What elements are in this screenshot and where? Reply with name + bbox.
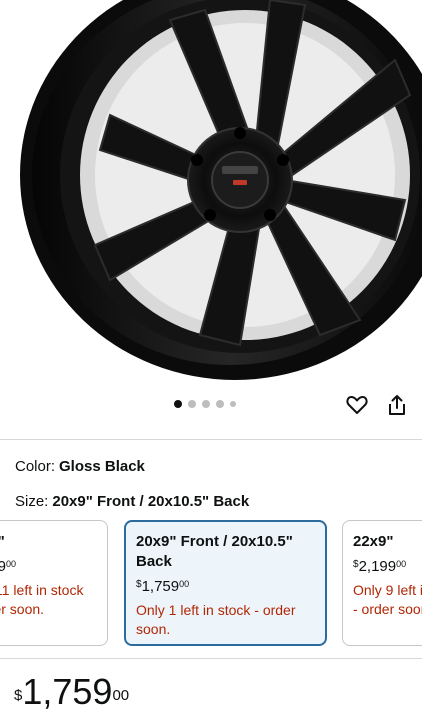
option-stock: Only 9 left i - order soon (353, 582, 422, 617)
product-price: $1,75900 (14, 672, 129, 712)
color-label: Color: (15, 458, 56, 475)
option-price: $1,75900 (136, 578, 190, 595)
option-stock: ly 11 left in stock rder soon. (0, 582, 84, 617)
option-title: 20x9" Front / 20x10.5" Back (136, 533, 293, 570)
carousel-dot-2[interactable] (188, 400, 196, 408)
carousel-dot-3[interactable] (202, 400, 210, 408)
price-whole: 1,759 (22, 671, 113, 712)
price-cents: 00 (112, 687, 130, 704)
heart-icon (346, 396, 368, 414)
favorite-button[interactable] (344, 392, 370, 418)
option-price: $2,19900 (353, 558, 407, 575)
size-option-card-selected[interactable]: 20x9" Front / 20x10.5" Back $1,75900 Onl… (124, 520, 327, 646)
carousel-indicator[interactable] (174, 400, 236, 408)
color-value: Gloss Black (59, 458, 145, 475)
size-option-card[interactable]: 22x9" $2,19900 Only 9 left i - order soo… (342, 520, 422, 646)
divider (0, 658, 422, 659)
share-button[interactable] (384, 392, 410, 418)
carousel-dot-4[interactable] (216, 400, 224, 408)
option-price: 75900 (0, 558, 17, 575)
size-label: Size: (15, 493, 49, 510)
size-row: Size: 20x9" Front / 20x10.5" Back (15, 493, 249, 510)
price-currency: $ (14, 687, 23, 704)
option-title: x9" (0, 532, 97, 552)
size-option-card[interactable]: x9" 75900 ly 11 left in stock rder soon. (0, 520, 108, 646)
option-stock: Only 1 left in stock - order soon. (136, 602, 296, 637)
option-title: 22x9" (353, 533, 394, 550)
carousel-dot-5[interactable] (230, 401, 236, 407)
size-value: 20x9" Front / 20x10.5" Back (52, 493, 250, 510)
product-image[interactable] (0, 0, 422, 392)
divider (0, 439, 422, 440)
wheel-illustration (20, 0, 422, 380)
share-icon (389, 395, 405, 415)
color-row: Color: Gloss Black (15, 458, 145, 475)
size-options-carousel[interactable]: x9" 75900 ly 11 left in stock rder soon.… (0, 520, 422, 646)
carousel-dot-1[interactable] (174, 400, 182, 408)
